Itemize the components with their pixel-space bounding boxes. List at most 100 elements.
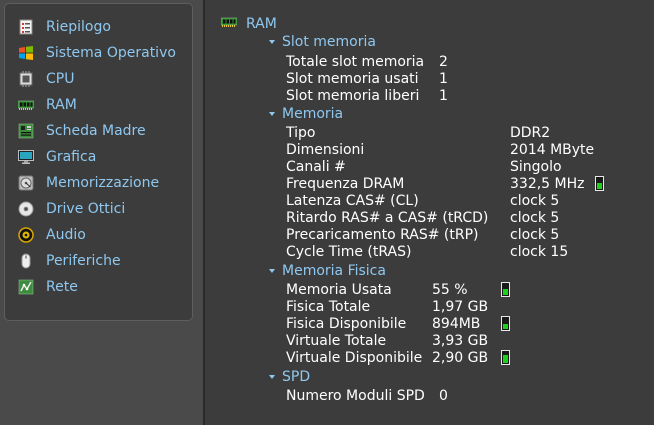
- info-row: Ritardo RAS# a CAS# (tRCD) clock 5: [286, 209, 559, 226]
- section-label: Memoria Fisica: [282, 263, 386, 279]
- motherboard-icon: [18, 123, 34, 139]
- info-value: 332,5 MHz: [510, 175, 585, 192]
- section-label: Slot memoria: [282, 34, 376, 50]
- info-key: Tipo: [286, 124, 316, 141]
- info-value: Singolo: [510, 158, 562, 175]
- info-key: Memoria Usata: [286, 281, 392, 298]
- info-value: 1: [439, 87, 448, 104]
- info-row: Frequenza DRAM 332,5 MHz: [286, 175, 604, 192]
- sidebar-item-periferiche[interactable]: Periferiche: [5, 248, 192, 274]
- collapse-triangle-icon[interactable]: [269, 269, 275, 273]
- details-panel: RAM Slot memoria Totale slot memoria 2 Sl…: [205, 0, 654, 425]
- network-icon: [18, 279, 34, 295]
- info-row: Tipo DDR2: [286, 124, 550, 141]
- hard-disk-icon: [18, 175, 34, 191]
- info-value: clock 5: [510, 209, 560, 226]
- usage-gauge: [501, 316, 510, 331]
- info-value: 3,93 GB: [432, 332, 489, 349]
- info-key: Slot memoria usati: [286, 70, 419, 87]
- sidebar-item-label: Rete: [46, 279, 78, 295]
- speaker-icon: [18, 227, 34, 243]
- info-row: Totale slot memoria 2: [286, 53, 448, 70]
- section-slot-memoria[interactable]: Slot memoria: [269, 33, 376, 51]
- sidebar-item-label: Scheda Madre: [46, 123, 146, 139]
- info-value: DDR2: [510, 124, 551, 141]
- usage-gauge-fill: [503, 355, 508, 363]
- sidebar-item-memorizzazione[interactable]: Memorizzazione: [5, 170, 192, 196]
- usage-gauge-fill: [503, 324, 508, 329]
- sidebar-item-label: Memorizzazione: [46, 175, 160, 191]
- ram-icon: [220, 16, 238, 32]
- sidebar-item-label: Drive Ottici: [46, 201, 126, 217]
- usage-gauge-fill: [503, 289, 508, 295]
- sidebar-item-cpu[interactable]: CPU: [5, 66, 192, 92]
- sidebar-item-label: Riepilogo: [46, 19, 111, 35]
- sidebar-item-label: Periferiche: [46, 253, 121, 269]
- sidebar-item-audio[interactable]: Audio: [5, 222, 192, 248]
- info-key: Frequenza DRAM: [286, 175, 405, 192]
- info-key: Latenza CAS# (CL): [286, 192, 419, 209]
- info-key: Fisica Disponibile: [286, 315, 407, 332]
- sidebar-item-grafica[interactable]: Grafica: [5, 144, 192, 170]
- page-title: RAM: [220, 15, 277, 33]
- info-value: clock 5: [510, 226, 560, 243]
- info-value: 2,90 GB: [432, 349, 489, 366]
- sidebar-item-label: Audio: [46, 227, 86, 243]
- info-row: Virtuale Totale 3,93 GB: [286, 332, 488, 349]
- sidebar-item-rete[interactable]: Rete: [5, 274, 192, 300]
- section-memoria[interactable]: Memoria: [269, 105, 343, 123]
- info-key: Precaricamento RAS# (tRP): [286, 226, 479, 243]
- usage-gauge-fill: [597, 183, 602, 189]
- info-value: 1: [439, 70, 448, 87]
- mouse-icon: [18, 253, 34, 269]
- section-memoria-fisica[interactable]: Memoria Fisica: [269, 262, 386, 280]
- sidebar-item-label: Sistema Operativo: [46, 45, 176, 61]
- sidebar-nav: Riepilogo Sistema Operativo CPU RAM Sche…: [4, 3, 193, 321]
- info-row: Slot memoria usati 1: [286, 70, 448, 87]
- monitor-icon: [18, 149, 34, 165]
- info-row: Numero Moduli SPD 0: [286, 387, 448, 404]
- sidebar-item-drive-ottici[interactable]: Drive Ottici: [5, 196, 192, 222]
- info-row: Virtuale Disponibile 2,90 GB: [286, 349, 510, 366]
- info-key: Ritardo RAS# a CAS# (tRCD): [286, 209, 489, 226]
- info-row: Latenza CAS# (CL) clock 5: [286, 192, 559, 209]
- info-value: clock 15: [510, 243, 569, 260]
- sidebar-item-riepilogo[interactable]: Riepilogo: [5, 14, 192, 40]
- sidebar-item-ram[interactable]: RAM: [5, 92, 192, 118]
- info-key: Totale slot memoria: [286, 53, 425, 70]
- info-row: Canali # Singolo: [286, 158, 562, 175]
- info-key: Canali #: [286, 158, 346, 175]
- info-key: Fisica Totale: [286, 298, 371, 315]
- optical-disc-icon: [18, 201, 34, 217]
- collapse-triangle-icon[interactable]: [269, 375, 275, 379]
- sidebar-item-sistema-operativo[interactable]: Sistema Operativo: [5, 40, 192, 66]
- collapse-triangle-icon[interactable]: [269, 40, 275, 44]
- page-title-text: RAM: [246, 16, 277, 32]
- info-row: Fisica Disponibile 894MB: [286, 315, 510, 332]
- windows-icon: [18, 45, 34, 61]
- info-row: Slot memoria liberi 1: [286, 87, 448, 104]
- info-value: 0: [439, 387, 448, 404]
- section-label: SPD: [282, 369, 311, 385]
- info-key: Numero Moduli SPD: [286, 387, 425, 404]
- info-value: 55 %: [432, 281, 468, 298]
- info-key: Virtuale Totale: [286, 332, 387, 349]
- sidebar-item-scheda-madre[interactable]: Scheda Madre: [5, 118, 192, 144]
- info-row: Cycle Time (tRAS) clock 15: [286, 243, 568, 260]
- sidebar-item-label: Grafica: [46, 149, 97, 165]
- sidebar-item-label: RAM: [46, 97, 77, 113]
- info-key: Dimensioni: [286, 141, 365, 158]
- usage-gauge: [595, 176, 604, 191]
- section-label: Memoria: [282, 106, 344, 122]
- info-value: clock 5: [510, 192, 560, 209]
- info-key: Cycle Time (tRAS): [286, 243, 412, 260]
- info-value: 2014 MByte: [510, 141, 595, 158]
- sidebar-item-label: CPU: [46, 71, 75, 87]
- info-row: Fisica Totale 1,97 GB: [286, 298, 488, 315]
- info-row: Memoria Usata 55 %: [286, 281, 510, 298]
- sidebar-panel: Riepilogo Sistema Operativo CPU RAM Sche…: [0, 0, 203, 425]
- info-value: 1,97 GB: [432, 298, 489, 315]
- info-key: Virtuale Disponibile: [286, 349, 423, 366]
- section-spd[interactable]: SPD: [269, 368, 310, 386]
- collapse-triangle-icon[interactable]: [269, 112, 275, 116]
